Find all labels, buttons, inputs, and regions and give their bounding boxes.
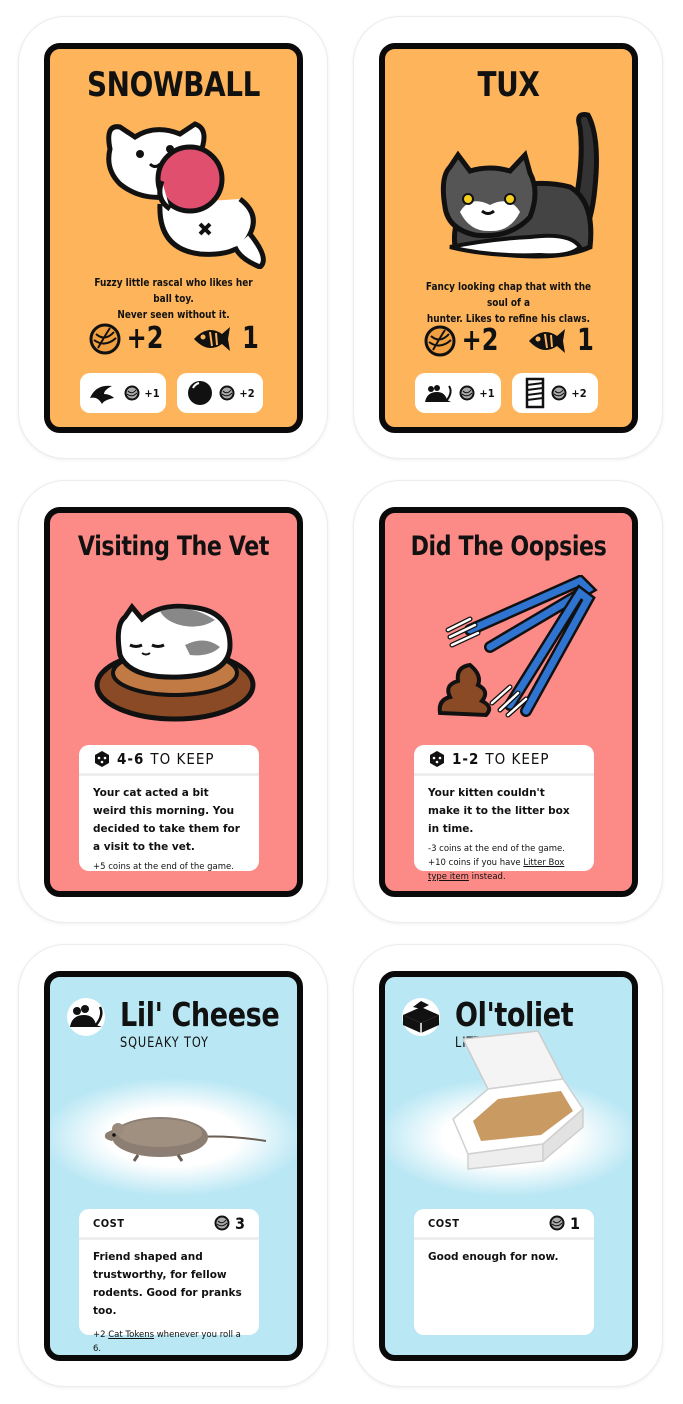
item-card-toliet[interactable]: Ol'toliet LITTLER BOX COST 1 [379,971,638,1361]
card-frame-toliet[interactable]: Ol'toliet LITTLER BOX COST 1 [354,945,662,1386]
card-description: Fuzzy little rascal who likes her ball t… [94,277,253,321]
item-text: Friend shaped and trustworthy, for fello… [93,1251,242,1354]
scratching-post-icon [526,377,545,409]
item-info-box: COST 1 Good enough for now. [414,1209,594,1335]
event-text: Your cat acted a bit weird this morning.… [93,787,240,872]
ability-slot-2[interactable]: +2 [512,373,598,413]
item-type: SQUEAKY TOY [120,1035,209,1051]
roll-header: 4-6 TO KEEP [79,745,259,776]
cat-tokens-link[interactable]: Cat Tokens [108,1330,154,1340]
coin-icon [214,1215,230,1231]
mouse-photo [104,1117,267,1162]
coin-icon [459,385,475,401]
cardboard-box-photo [452,1030,584,1170]
card-title: TUX [477,65,540,105]
item-text: Good enough for now. [428,1251,559,1263]
card-title: Visiting The Vet [77,531,270,562]
cat-in-bed-illustration [94,602,256,722]
cat-card-snowball[interactable]: SNOWBALL Fuzzy little rascal who likes h… [44,43,303,433]
card-frame-tux[interactable]: TUX Fancy looking chap that with the sou… [354,17,662,458]
item-card-cheese[interactable]: Lil' Cheese SQUEAKY TOY COST 3 Friend sh… [44,971,303,1361]
card-description: Fancy looking chap that with the soul of… [425,281,592,325]
event-info-box: 1-2 TO KEEP Your kitten couldn't make it… [414,745,594,882]
event-card-vet[interactable]: Visiting The Vet 4-6 TO KEEP Your cat ac… [44,507,303,897]
cat-card-tux[interactable]: TUX Fancy looking chap that with the sou… [379,43,638,433]
card-frame-vet[interactable]: Visiting The Vet 4-6 TO KEEP Your cat ac… [19,481,327,922]
roll-header: 1-2 TO KEEP [414,745,594,776]
cost-row: COST 3 [79,1209,259,1240]
card-title: Lil' Cheese [120,995,280,1034]
card-title: Did The Oopsies [410,531,607,562]
yarn-stat: +2 [88,321,168,356]
dice-icon [95,751,109,767]
card-frame-cheese[interactable]: Lil' Cheese SQUEAKY TOY COST 3 Friend sh… [19,945,327,1386]
card-frame-snowball[interactable]: SNOWBALL Fuzzy little rascal who likes h… [19,17,327,458]
fish-stat: 1 [525,323,596,358]
ball-icon [188,381,213,405]
mouse-toy-icon [425,385,452,402]
event-info-box: 4-6 TO KEEP Your cat acted a bit weird t… [79,745,259,872]
event-card-oopsies[interactable]: Did The Oopsies 1-2 TO KEEP Your kitten … [379,507,638,897]
poop-and-scooper-illustration [437,575,598,718]
mouse-toy-icon [67,998,105,1036]
coin-icon [219,385,235,401]
coin-icon [124,385,140,401]
yarn-icon [424,325,456,356]
ability-slot-1[interactable]: +1 [415,373,501,413]
card-frame-oopsies[interactable]: Did The Oopsies 1-2 TO KEEP Your kitten … [354,481,662,922]
yarn-stat: +2 [423,323,503,358]
cost-row: COST 1 [414,1209,594,1240]
dice-icon [430,751,444,767]
yarn-icon [89,323,121,354]
coin-icon [551,385,567,401]
feather-toy-icon [90,385,115,404]
item-info-box: COST 3 Friend shaped and trustworthy, fo… [79,1209,259,1354]
fish-icon [194,326,230,351]
card-title: SNOWBALL [87,65,260,105]
white-cat-with-ball-illustration [106,121,266,269]
fish-stat: 1 [190,321,261,356]
coin-icon [549,1215,565,1231]
litter-box-icon [402,998,440,1036]
ability-slot-2[interactable]: +2 [177,373,263,413]
ability-slot-1[interactable]: +1 [80,373,166,413]
fish-icon [529,328,565,353]
tuxedo-cat-illustration [440,112,599,259]
event-text: Your kitten couldn't make it to the litt… [428,787,570,882]
